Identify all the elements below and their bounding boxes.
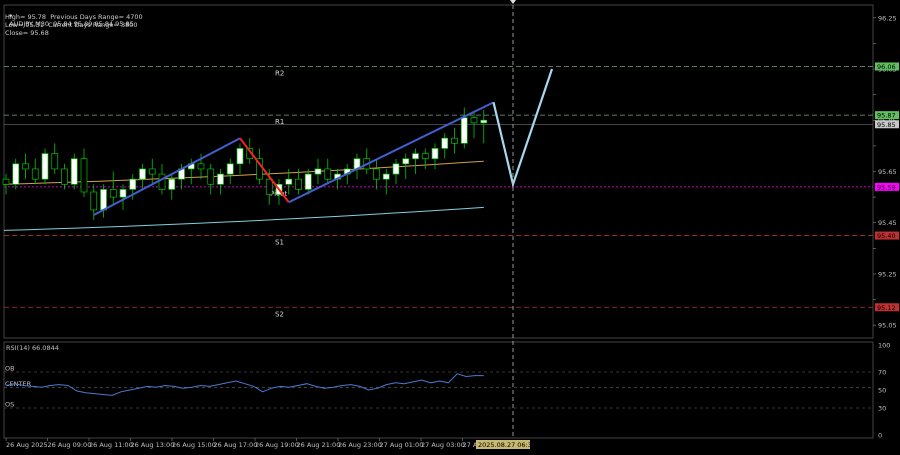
level-price-tag-label: 95.40	[877, 232, 896, 240]
candle-body	[392, 163, 400, 175]
rsi-panel: RSI(14) 66.0844 OB CENTER OS 100 70 50 30 0	[4, 342, 890, 440]
candle-body	[2, 178, 10, 185]
candle-body	[207, 168, 215, 185]
level-name-s1: S1	[275, 239, 284, 247]
candle-body	[41, 153, 49, 180]
candle-body	[139, 168, 146, 180]
candle-body	[480, 119, 488, 124]
rsi-line	[5, 373, 484, 396]
rsi-level-label: OB	[5, 365, 15, 373]
low-row: Low= 95.31 Current Days Range= 3800	[5, 21, 138, 29]
level-price-tag-label: 95.59	[877, 183, 896, 191]
candle-body	[217, 173, 224, 185]
rsi-tick-label: 50	[878, 387, 886, 395]
candle-body	[441, 137, 449, 149]
candle-body	[412, 153, 419, 160]
time-tick-label: 26 Aug 23:00	[338, 441, 382, 449]
projection-line	[492, 68, 554, 189]
time-tick-label: 26 Aug 15:00	[172, 441, 216, 449]
candle-body	[100, 189, 107, 211]
curr-range-label: Current Days Range= 3800	[48, 21, 138, 29]
price-tick-label: 95.45	[878, 219, 897, 227]
time-axis: 26 Aug 2025 26 Aug 09:0026 Aug 11:0026 Au…	[5, 438, 536, 449]
zigzag-segment	[239, 137, 290, 203]
chart-canvas[interactable]: R2R1PivotS1S2 96.2596.0595.8595.6595.459…	[0, 0, 900, 455]
candle-body	[236, 148, 244, 165]
candle-body	[265, 178, 273, 195]
pivot-levels: R2R1PivotS1S2	[4, 66, 873, 318]
candle-body	[31, 168, 39, 180]
candle-body	[119, 189, 127, 198]
time-tick-label: 26 Aug 19:00	[255, 441, 299, 449]
rsi-level-label: OS	[5, 401, 14, 409]
level-price-tag-label: 95.87	[877, 112, 896, 120]
candle-body	[70, 158, 78, 185]
time-tick-label: 27 Aug 01:00	[380, 441, 424, 449]
candle-body	[451, 137, 458, 144]
candle-body	[197, 163, 205, 170]
time-tick-label: 26 Aug 17:00	[214, 441, 258, 449]
rsi-frame	[3, 341, 874, 439]
time-tick-label: 26 Aug 13:00	[131, 441, 175, 449]
close-row: Close= 95.68	[5, 29, 49, 37]
rsi-tick-label: 30	[878, 405, 886, 413]
rsi-tick-label: 100	[878, 342, 890, 350]
cursor-marker-icon	[510, 0, 516, 4]
candle-body	[51, 153, 59, 170]
candle-body	[382, 173, 390, 180]
candle-body	[168, 178, 176, 190]
price-grid	[3, 4, 874, 439]
high-label: High= 95.78	[5, 13, 47, 21]
zigzag-segment	[288, 101, 494, 204]
candle-body	[431, 148, 439, 160]
main-frame	[3, 4, 874, 339]
level-name-s2: S2	[275, 310, 284, 318]
candle-body	[109, 189, 117, 198]
level-price-tag-label: 96.06	[877, 63, 896, 71]
close-label: Close= 95.68	[5, 29, 49, 37]
candle-body	[61, 168, 68, 185]
candle-body	[314, 168, 322, 175]
candle-body	[226, 163, 234, 175]
candle-body	[80, 158, 88, 193]
low-label: Low= 95.31	[5, 21, 44, 29]
candle-body	[402, 158, 410, 165]
candle-body	[373, 168, 380, 180]
candle-body	[148, 168, 156, 175]
price-tick-label: 95.05	[878, 322, 897, 330]
candle-body	[460, 117, 468, 144]
price-axis: 96.2596.0595.8595.6595.4595.2595.0596.06…	[873, 14, 899, 330]
level-price-tag-label: 95.12	[877, 304, 896, 312]
time-tick-label: 26 Aug 11:00	[89, 441, 133, 449]
rsi-title: RSI(14) 66.0844	[6, 344, 59, 352]
candle-body	[90, 191, 98, 211]
candle-body	[324, 168, 332, 180]
level-name-r1: R1	[275, 118, 284, 126]
candle-body	[421, 153, 429, 160]
price-tick-label: 95.65	[878, 168, 897, 176]
candle-body	[12, 163, 20, 185]
current-price-tag-label: 95.85	[877, 121, 896, 129]
time-tick-label: 27 Aug 03:00	[421, 441, 465, 449]
time-tick-label: 26 Aug 09:00	[48, 441, 92, 449]
cursor-time-label: 2025.08.27 06:30	[478, 441, 536, 449]
candle-body	[22, 163, 29, 170]
ma_slow-line	[3, 206, 484, 231]
price-tick-label: 95.25	[878, 270, 897, 278]
rsi-level-label: CENTER	[5, 380, 32, 388]
time-tick-label: 26 Aug 21:00	[297, 441, 341, 449]
rsi-tick-label: 70	[878, 369, 886, 377]
prev-range-label: Previous Days Range= 4700	[50, 13, 143, 21]
level-name-r2: R2	[275, 69, 284, 77]
candle-body	[295, 178, 302, 190]
rsi-tick-label: 0	[878, 432, 882, 440]
price-tick-label: 96.25	[878, 14, 897, 22]
candle-body	[470, 117, 478, 124]
candle-body	[304, 173, 312, 190]
candle-body	[129, 178, 137, 190]
time-tick-label: 26 Aug 2025	[6, 441, 48, 449]
candle-body	[158, 173, 166, 190]
candle-body	[285, 178, 293, 185]
high-row: High= 95.78 Previous Days Range= 4700	[5, 13, 143, 21]
